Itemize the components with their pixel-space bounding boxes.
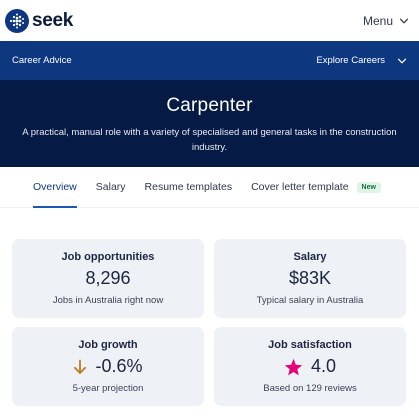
tab-bar: Overview Salary Resume templates Cover l… [0, 167, 419, 208]
job-opportunities-value: 8,296 [85, 268, 131, 288]
card-value: $83K [214, 268, 406, 289]
salary-card: Salary $83K Typical salary in Australia [214, 239, 406, 318]
card-subtitle: Typical salary in Australia [256, 295, 364, 306]
card-subtitle: Based on 129 reviews [263, 383, 357, 394]
page-title: Carpenter [166, 95, 253, 116]
card-value: 8,296 [12, 268, 204, 289]
explore-careers-dropdown[interactable]: Explore Careers [316, 55, 407, 66]
job-growth-card: Job growth -0.6% 5-year projection [12, 327, 204, 406]
career-stats: Job opportunities 8,296 Jobs in Australi… [0, 239, 419, 406]
tab-salary[interactable]: Salary [96, 167, 126, 207]
seek-wordmark: seek [32, 9, 74, 31]
job-satisfaction-card: Job satisfaction 4.0 Based on 129 review… [214, 327, 406, 406]
arrow-down-icon [74, 359, 87, 374]
card-title: Salary [293, 251, 327, 263]
career-hero: Carpenter A practical, manual role with … [0, 80, 419, 167]
explore-careers-label: Explore Careers [316, 55, 385, 66]
career-description: A practical, manual role with a variety … [22, 127, 397, 153]
career-nav-bar: Career Advice Explore Careers [0, 41, 419, 80]
job-opportunities-card: Job opportunities 8,296 Jobs in Australi… [12, 239, 204, 318]
tab-cover-letter-template[interactable]: Cover letter template New [251, 167, 381, 207]
chevron-down-icon [397, 58, 407, 63]
card-title: Job opportunities [61, 251, 155, 263]
seek-logo[interactable]: seek [5, 8, 74, 33]
card-subtitle: 5-year projection [72, 383, 144, 394]
new-badge: New [356, 181, 381, 193]
card-value: -0.6% [12, 356, 204, 377]
card-subtitle: Jobs in Australia right now [52, 295, 164, 306]
seek-logo-icon [5, 8, 29, 33]
menu-button[interactable]: Menu [363, 14, 409, 28]
tab-resume-templates[interactable]: Resume templates [145, 167, 233, 207]
job-growth-value: -0.6% [95, 356, 143, 376]
tab-overview[interactable]: Overview [33, 167, 77, 208]
card-title: Job satisfaction [268, 339, 352, 351]
card-value: 4.0 [214, 356, 406, 377]
salary-value: $83K [288, 268, 332, 288]
job-satisfaction-value: 4.0 [310, 356, 337, 376]
menu-label: Menu [362, 13, 393, 28]
card-title: Job growth [78, 339, 138, 351]
tab-cover-letter-label: Cover letter template [251, 181, 349, 193]
top-bar: seek Menu [0, 0, 419, 41]
chevron-down-icon [399, 18, 409, 23]
career-advice-link[interactable]: Career Advice [12, 55, 72, 66]
star-icon [284, 358, 303, 375]
